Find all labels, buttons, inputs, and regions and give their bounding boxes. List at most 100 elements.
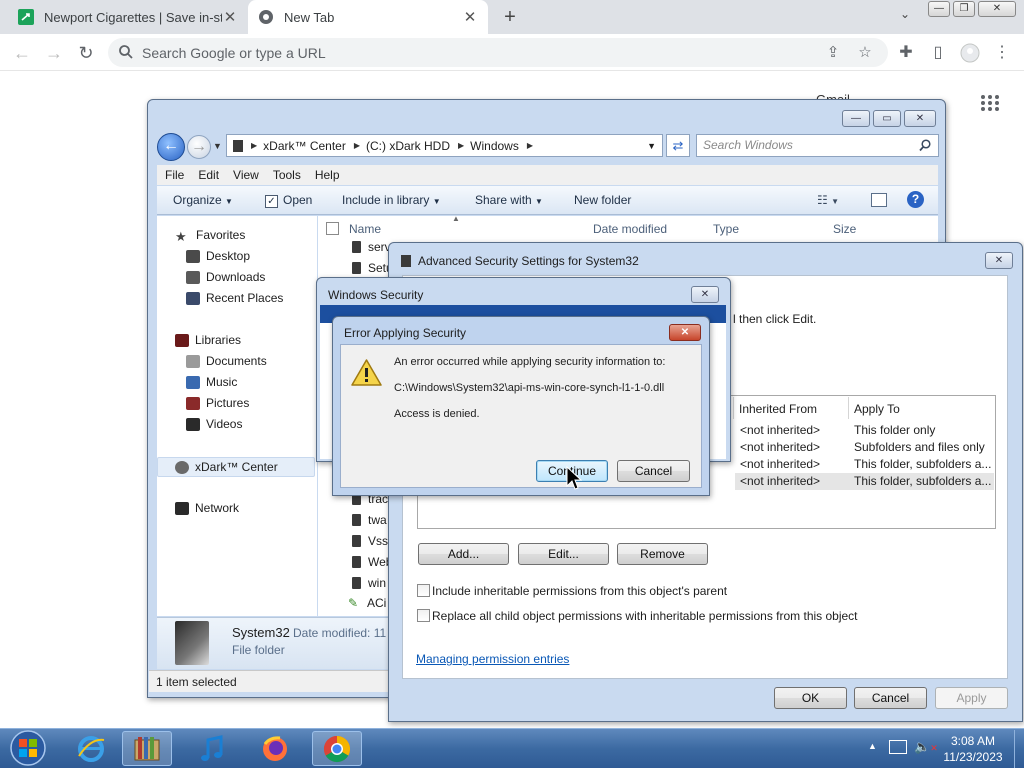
add-button[interactable]: Add...: [418, 543, 509, 565]
volume-muted-icon[interactable]: 🔈✕: [914, 739, 938, 755]
table-cell[interactable]: This folder, subfolders a...: [854, 474, 991, 488]
taskbar-music[interactable]: [187, 731, 237, 766]
column-header-apply-to[interactable]: Apply To: [854, 402, 900, 416]
explorer-close-button[interactable]: ✕: [904, 110, 936, 127]
list-item[interactable]: Setu: [352, 261, 393, 275]
nav-music[interactable]: Music: [186, 375, 237, 389]
preview-pane-icon[interactable]: [871, 193, 887, 207]
table-cell[interactable]: Subfolders and files only: [854, 440, 985, 454]
restore-button[interactable]: ❐: [953, 1, 975, 17]
tab-close-icon[interactable]: ✕: [462, 8, 478, 26]
column-header-name[interactable]: Name: [349, 222, 381, 236]
error-close-button[interactable]: ✕: [669, 324, 701, 341]
nav-favorites[interactable]: ★ Favorites: [175, 228, 245, 244]
table-cell[interactable]: <not inherited>: [740, 440, 820, 454]
advanced-close-button[interactable]: ✕: [985, 252, 1013, 269]
nav-videos[interactable]: Videos: [186, 417, 242, 431]
nav-network[interactable]: Network: [175, 501, 239, 515]
new-folder-button[interactable]: New folder: [574, 193, 631, 207]
explorer-maximize-button[interactable]: ▭: [873, 110, 901, 127]
help-icon[interactable]: ?: [907, 191, 924, 208]
list-item[interactable]: win: [352, 576, 386, 590]
menu-view[interactable]: View: [233, 168, 259, 182]
taskbar-firefox[interactable]: [250, 731, 300, 766]
managing-permission-entries-link[interactable]: Managing permission entries: [416, 652, 569, 666]
advanced-cancel-button[interactable]: Cancel: [854, 687, 927, 709]
table-cell[interactable]: <not inherited>: [740, 457, 820, 471]
edit-button[interactable]: Edit...: [518, 543, 609, 565]
apply-button[interactable]: Apply: [935, 687, 1008, 709]
breadcrumb-item[interactable]: xDark™ Center: [263, 139, 346, 153]
windows-security-close-button[interactable]: ✕: [691, 286, 719, 303]
extensions-puzzle-icon[interactable]: ✚: [895, 43, 917, 63]
back-button[interactable]: ←: [157, 133, 185, 161]
replace-child-permissions-checkbox[interactable]: [417, 609, 430, 622]
table-cell[interactable]: This folder, subfolders a...: [854, 457, 991, 471]
back-arrow-icon[interactable]: ←: [10, 41, 34, 65]
menu-edit[interactable]: Edit: [198, 168, 219, 182]
replace-child-permissions-label[interactable]: Replace all child object permissions wit…: [432, 609, 858, 623]
start-button[interactable]: [2, 729, 54, 767]
forward-arrow-icon[interactable]: →: [42, 41, 66, 65]
explorer-search-input[interactable]: [703, 138, 903, 152]
nav-downloads[interactable]: Downloads: [186, 270, 265, 284]
view-options-icon[interactable]: ☷ ▼: [817, 193, 839, 207]
inherit-permissions-checkbox[interactable]: [417, 584, 430, 597]
address-dropdown-icon[interactable]: ▼: [647, 141, 656, 151]
omnibox[interactable]: ⇪ ☆: [108, 38, 888, 67]
explorer-search-box[interactable]: [696, 134, 939, 157]
table-cell[interactable]: This folder only: [854, 423, 935, 437]
nav-libraries[interactable]: Libraries: [175, 333, 241, 347]
taskbar-chrome[interactable]: [312, 731, 362, 766]
omnibox-input[interactable]: [142, 43, 782, 62]
menu-help[interactable]: Help: [315, 168, 340, 182]
show-desktop-button[interactable]: [1014, 730, 1024, 768]
close-browser-button[interactable]: ✕: [978, 1, 1016, 17]
bookmark-star-icon[interactable]: ☆: [856, 44, 874, 62]
profile-avatar-icon[interactable]: [959, 43, 981, 63]
side-panel-icon[interactable]: ▯: [927, 43, 949, 63]
organize-button[interactable]: Organize ▼: [173, 193, 233, 207]
show-hidden-icons-chevron-icon[interactable]: ▲: [868, 741, 877, 751]
taskbar-internet-explorer[interactable]: [66, 731, 116, 766]
network-tray-icon[interactable]: [889, 740, 907, 754]
minimize-button[interactable]: —: [928, 1, 950, 17]
nav-computer[interactable]: xDark™ Center: [157, 457, 315, 477]
tray-clock[interactable]: 3:08 AM 11/23/2023: [940, 733, 1006, 765]
breadcrumb-item[interactable]: (C:) xDark HDD: [366, 139, 450, 153]
tab-new-tab[interactable]: New Tab ✕: [248, 0, 488, 34]
column-header-size[interactable]: Size: [833, 222, 856, 236]
column-header-date[interactable]: Date modified: [593, 222, 667, 236]
error-cancel-button[interactable]: Cancel: [617, 460, 690, 482]
breadcrumb-item[interactable]: Windows: [470, 139, 519, 153]
select-all-checkbox[interactable]: [326, 222, 339, 235]
list-item[interactable]: Vss: [352, 534, 388, 548]
list-item[interactable]: ✎ ACi: [348, 596, 386, 610]
recent-pages-chevron-icon[interactable]: ▼: [213, 141, 222, 151]
inherit-permissions-label[interactable]: Include inheritable permissions from thi…: [432, 584, 727, 598]
share-icon[interactable]: ⇪: [824, 44, 842, 62]
list-item[interactable]: Web: [352, 555, 392, 569]
nav-pictures[interactable]: Pictures: [186, 396, 249, 410]
nav-documents[interactable]: Documents: [186, 354, 267, 368]
google-apps-icon[interactable]: [980, 94, 1000, 112]
explorer-minimize-button[interactable]: —: [842, 110, 870, 127]
forward-button[interactable]: →: [187, 135, 211, 159]
tab-search-chevron-icon[interactable]: ⌄: [894, 7, 916, 27]
refresh-icon[interactable]: ⇄: [666, 134, 690, 157]
remove-button[interactable]: Remove: [617, 543, 708, 565]
include-in-library-button[interactable]: Include in library ▼: [342, 193, 441, 207]
nav-desktop[interactable]: Desktop: [186, 249, 250, 263]
chrome-menu-icon[interactable]: ⋮: [991, 43, 1013, 63]
share-with-button[interactable]: Share with ▼: [475, 193, 543, 207]
open-button[interactable]: ✓ Open: [265, 193, 312, 208]
menu-tools[interactable]: Tools: [273, 168, 301, 182]
table-cell[interactable]: <not inherited>: [740, 423, 820, 437]
column-header-type[interactable]: Type: [713, 222, 739, 236]
table-cell[interactable]: <not inherited>: [740, 474, 820, 488]
column-header-inherited[interactable]: Inherited From: [739, 402, 817, 416]
list-item[interactable]: twa: [352, 513, 387, 527]
tab-close-icon[interactable]: ✕: [222, 8, 238, 26]
list-item[interactable]: serv: [352, 240, 391, 254]
taskbar-explorer[interactable]: [122, 731, 172, 766]
